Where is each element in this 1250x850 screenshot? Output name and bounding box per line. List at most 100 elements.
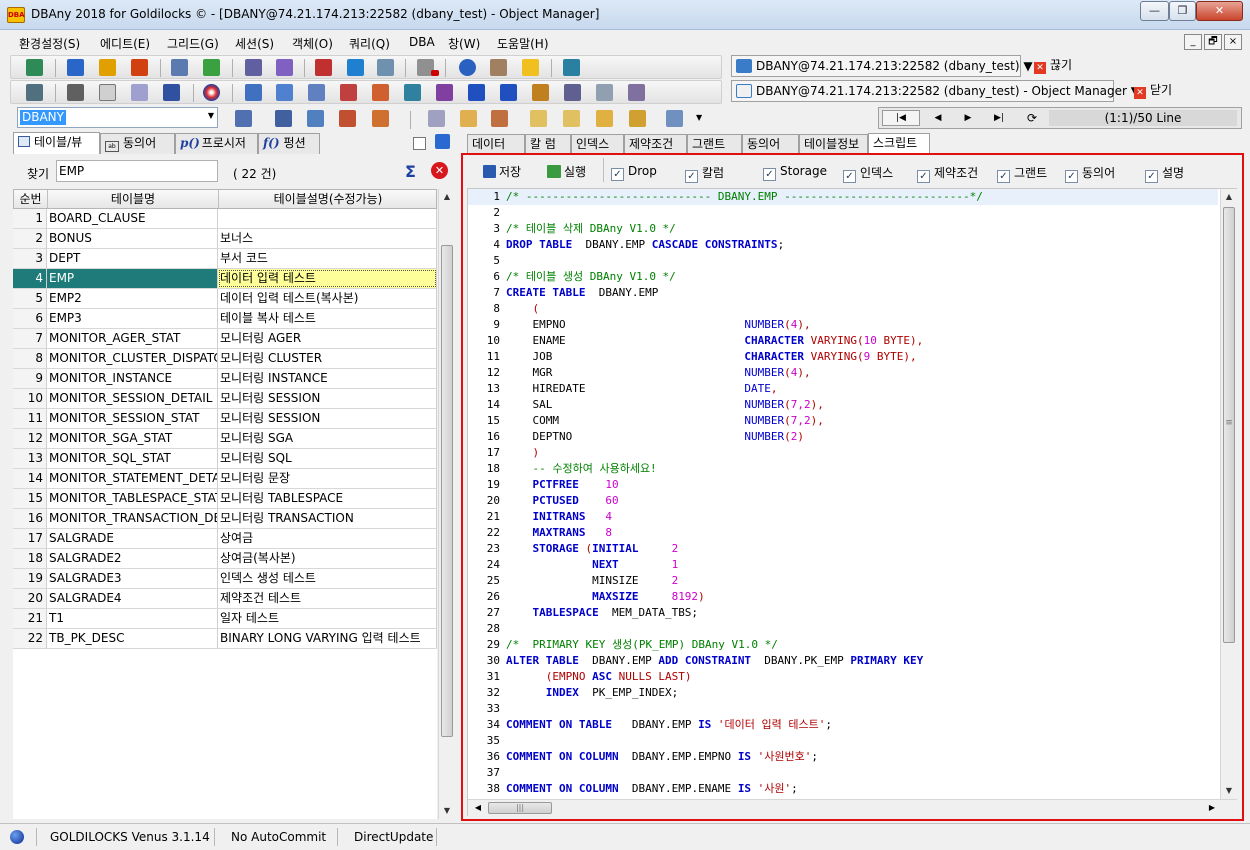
column-header-name[interactable]: 테이블명	[48, 190, 219, 208]
restore-button[interactable]: ❐	[1169, 1, 1196, 21]
option-checkbox[interactable]: ✓ 동의어	[1065, 164, 1115, 183]
tab-synonyms-right[interactable]: 동의어	[742, 134, 799, 155]
table-desc-cell[interactable]: 인덱스 생성 테스트	[218, 569, 437, 588]
menu-settings[interactable]: 환경설정(S)	[19, 35, 80, 52]
first-record-button[interactable]: |◀	[882, 110, 920, 126]
table-props-icon[interactable]	[307, 110, 324, 127]
download-icon[interactable]	[131, 59, 148, 76]
folder-import-icon[interactable]	[629, 110, 646, 127]
help-icon[interactable]	[459, 59, 476, 76]
tab-script[interactable]: 스크립트	[868, 133, 930, 155]
option-checkbox[interactable]: ✓ 제약조건	[917, 164, 978, 183]
mdi-minimize-button[interactable]: _	[1184, 34, 1202, 50]
schema-select[interactable]: DBANY ▼	[17, 107, 218, 128]
table-copy-icon[interactable]	[404, 84, 421, 101]
table-row[interactable]: 4 EMP 데이터 입력 테스트	[13, 269, 437, 289]
tab-data[interactable]: 데이터	[467, 134, 525, 155]
table-desc-cell[interactable]: 모니터링 문장	[218, 469, 437, 488]
folder-open-icon[interactable]	[563, 110, 580, 127]
editor-hscroll-thumb[interactable]: |||	[488, 802, 552, 814]
filter-icon[interactable]	[564, 84, 581, 101]
next-record-button[interactable]: ▶	[954, 110, 982, 126]
table-desc-cell[interactable]: 데이터 입력 테스트	[218, 269, 437, 288]
editor-scroll-thumb[interactable]: ≡	[1223, 207, 1235, 643]
sort-icon[interactable]	[532, 84, 549, 101]
disconnect-button[interactable]: ✕ 끊기	[1034, 55, 1094, 77]
scroll-down-icon[interactable]: ▼	[439, 803, 455, 819]
editor-scroll-left-icon[interactable]: ◀	[470, 800, 486, 816]
tab-table-info[interactable]: 테이블정보	[799, 134, 868, 155]
options-icon[interactable]	[666, 110, 683, 127]
search-input[interactable]	[56, 160, 218, 182]
table-desc-cell[interactable]: 모니터링 SQL	[218, 449, 437, 468]
mdi-restore-button[interactable]: 🗗	[1204, 34, 1222, 50]
checkbox-icon[interactable]: ✓	[1065, 170, 1078, 183]
menu-help[interactable]: 도움말(H)	[497, 35, 549, 52]
mdi-close-button[interactable]: ×	[1224, 34, 1242, 50]
tab-grants[interactable]: 그랜트	[687, 134, 742, 155]
tab-tables-views[interactable]: 테이블/뷰	[13, 132, 100, 154]
table-row[interactable]: 20 SALGRADE4 제약조건 테스트	[13, 589, 437, 609]
checkbox-icon[interactable]: ✓	[611, 168, 624, 181]
arrow-right-icon[interactable]	[67, 59, 84, 76]
list-icon[interactable]	[171, 59, 188, 76]
table-row[interactable]: 2 BONUS 보너스	[13, 229, 437, 249]
table-desc-cell[interactable]: 데이터 입력 테스트(복사본)	[218, 289, 437, 308]
grid-scroll-thumb[interactable]	[441, 245, 453, 737]
upload-icon[interactable]	[99, 59, 116, 76]
database-icon[interactable]	[26, 59, 43, 76]
table-desc-cell[interactable]: 모니터링 SESSION	[218, 389, 437, 408]
edit-icon[interactable]	[491, 110, 508, 127]
paste-icon[interactable]	[460, 110, 477, 127]
tab-constraints[interactable]: 제약조건	[624, 134, 687, 155]
table-desc-cell[interactable]: 모니터링 SESSION	[218, 409, 437, 428]
refresh-icon[interactable]: ⟳	[1021, 110, 1043, 126]
table-row[interactable]: 12 MONITOR_SGA_STAT 모니터링 SGA	[13, 429, 437, 449]
table-icon[interactable]	[245, 84, 262, 101]
table-desc-cell[interactable]: 모니터링 CLUSTER	[218, 349, 437, 368]
code-area[interactable]: 1 /* ---------------------------- DBANY.E…	[468, 189, 1220, 799]
table-desc-cell[interactable]: 모니터링 SGA	[218, 429, 437, 448]
menu-object[interactable]: 객체(O)	[292, 35, 333, 52]
table-row[interactable]: 18 SALGRADE2 상여금(복사본)	[13, 549, 437, 569]
minimize-button[interactable]: —	[1140, 1, 1169, 21]
table-row[interactable]: 21 T1 일자 테스트	[13, 609, 437, 629]
save-button[interactable]: 저장	[483, 163, 521, 180]
column-header-desc[interactable]: 테이블설명(수정가능)	[219, 190, 437, 208]
table-desc-cell[interactable]: 모니터링 TABLESPACE	[218, 489, 437, 508]
search-doc-icon[interactable]	[596, 84, 613, 101]
pin-icon[interactable]	[435, 134, 450, 149]
table-desc-cell[interactable]: 상여금(복사본)	[218, 549, 437, 568]
table-row[interactable]: 11 MONITOR_SESSION_STAT 모니터링 SESSION	[13, 409, 437, 429]
tab-columns[interactable]: 칼 럼	[525, 134, 571, 155]
checkbox-icon[interactable]: ✓	[917, 170, 930, 183]
close-tab-button[interactable]: ✕ 닫기	[1134, 80, 1194, 102]
table-drop-icon[interactable]	[339, 110, 356, 127]
script-editor[interactable]: 1 /* ---------------------------- DBANY.E…	[467, 188, 1237, 816]
table-desc-cell[interactable]: 모니터링 AGER	[218, 329, 437, 348]
tools-icon[interactable]	[26, 84, 43, 101]
color-icon[interactable]	[203, 84, 220, 101]
table-row[interactable]: 9 MONITOR_INSTANCE 모니터링 INSTANCE	[13, 369, 437, 389]
copy-icon[interactable]	[428, 110, 445, 127]
folder-icon[interactable]	[530, 110, 547, 127]
checkbox-icon[interactable]: ✓	[1145, 170, 1158, 183]
table-row[interactable]: 22 TB_PK_DESC BINARY LONG VARYING 입력 테스트	[13, 629, 437, 649]
sql-icon[interactable]	[522, 59, 539, 76]
table-row[interactable]: 1 BOARD_CLAUSE	[13, 209, 437, 229]
page-icon[interactable]	[99, 84, 116, 101]
table-row[interactable]: 7 MONITOR_AGER_STAT 모니터링 AGER	[13, 329, 437, 349]
text-abc-icon[interactable]	[131, 84, 148, 101]
options-chevron-icon[interactable]: ▼	[696, 113, 702, 122]
last-record-button[interactable]: ▶|	[985, 110, 1013, 126]
tab-indexes[interactable]: 인덱스	[571, 134, 624, 155]
table-row[interactable]: 8 MONITOR_CLUSTER_DISPATCH 모니터링 CLUSTER	[13, 349, 437, 369]
table-edit-icon[interactable]	[372, 84, 389, 101]
table-row[interactable]: 13 MONITOR_SQL_STAT 모니터링 SQL	[13, 449, 437, 469]
table-row[interactable]: 19 SALGRADE3 인덱스 생성 테스트	[13, 569, 437, 589]
users-icon[interactable]	[245, 59, 262, 76]
tab-synonyms[interactable]: ab 동의어	[100, 133, 175, 154]
cube-icon[interactable]	[490, 59, 507, 76]
table-desc-cell[interactable]: 모니터링 TRANSACTION	[218, 509, 437, 528]
table-desc-cell[interactable]: 보너스	[218, 229, 437, 248]
